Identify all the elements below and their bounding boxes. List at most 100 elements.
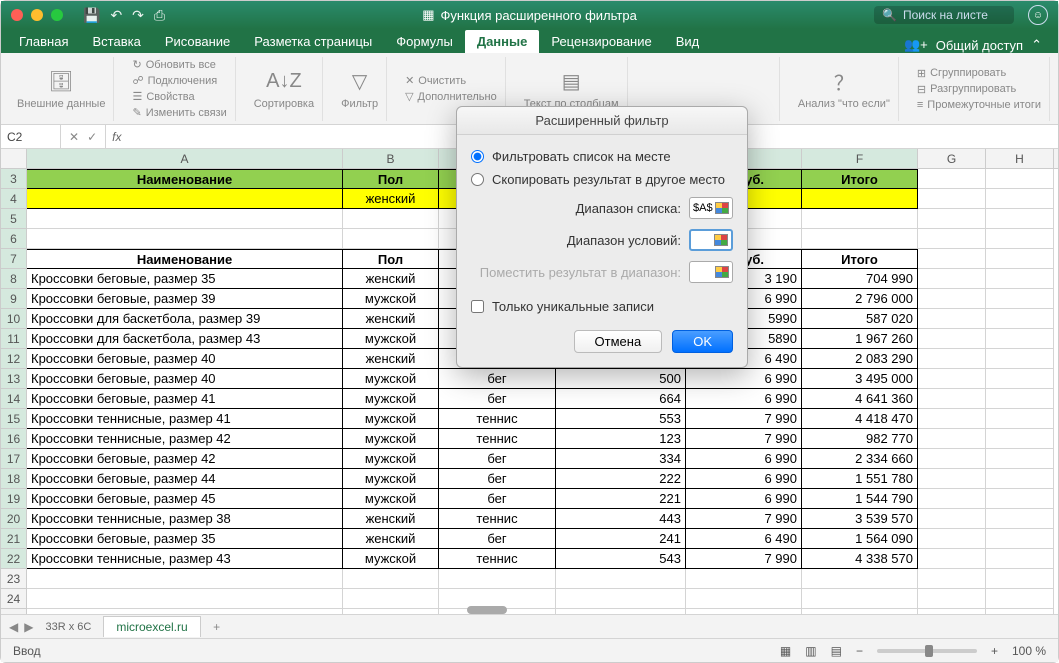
tab-home[interactable]: Главная (7, 30, 80, 53)
cell[interactable]: 3 539 570 (802, 509, 918, 529)
select-all-corner[interactable] (1, 149, 27, 168)
cell[interactable]: мужской (343, 409, 439, 429)
minimize-window-icon[interactable] (31, 9, 43, 21)
cell[interactable]: женский (343, 269, 439, 289)
clear-filter-button[interactable]: ✕ Очистить (405, 74, 466, 87)
cell[interactable]: Кроссовки беговые, размер 44 (27, 469, 343, 489)
cell[interactable]: 241 (556, 529, 686, 549)
cell[interactable] (918, 249, 986, 269)
cell[interactable] (27, 229, 343, 249)
cell[interactable]: мужской (343, 549, 439, 569)
cell[interactable] (986, 409, 1054, 429)
cell[interactable] (918, 289, 986, 309)
cell[interactable] (986, 489, 1054, 509)
cell[interactable] (343, 209, 439, 229)
cell[interactable]: Кроссовки беговые, размер 40 (27, 349, 343, 369)
cell[interactable]: бег (439, 369, 556, 389)
row-header[interactable]: 16 (1, 429, 26, 449)
radio-copy-input[interactable] (471, 173, 484, 186)
view-page-icon[interactable]: ▥ (805, 644, 816, 658)
cell[interactable]: мужской (343, 389, 439, 409)
cell[interactable] (439, 569, 556, 589)
row-header[interactable]: 6 (1, 229, 26, 249)
view-normal-icon[interactable]: ▦ (780, 644, 791, 658)
cell[interactable]: 2 083 290 (802, 349, 918, 369)
cell[interactable] (918, 469, 986, 489)
search-box[interactable]: 🔍 Поиск на листе (874, 6, 1014, 24)
cell[interactable]: Наименование (27, 249, 343, 269)
cell[interactable] (986, 169, 1054, 189)
cell[interactable]: теннис (439, 429, 556, 449)
cell[interactable]: Кроссовки беговые, размер 35 (27, 529, 343, 549)
cell[interactable]: 6 990 (686, 449, 802, 469)
cell[interactable]: 553 (556, 409, 686, 429)
cell[interactable]: 1 564 090 (802, 529, 918, 549)
cell[interactable]: Наименование (27, 169, 343, 189)
cell[interactable]: бег (439, 449, 556, 469)
radio-copy-to[interactable]: Скопировать результат в другое место (471, 172, 733, 187)
row-header[interactable]: 20 (1, 509, 26, 529)
name-box[interactable]: C2 (1, 125, 61, 148)
row-header[interactable]: 3 (1, 169, 26, 189)
cell[interactable]: 221 (556, 489, 686, 509)
cell[interactable] (986, 289, 1054, 309)
refresh-all-button[interactable]: ↻ Обновить все (132, 58, 215, 71)
row-header[interactable]: 7 (1, 249, 26, 269)
cell[interactable]: 123 (556, 429, 686, 449)
cell[interactable] (918, 509, 986, 529)
cell[interactable]: мужской (343, 429, 439, 449)
cell[interactable]: Пол (343, 249, 439, 269)
cell[interactable] (986, 509, 1054, 529)
cell[interactable]: 2 796 000 (802, 289, 918, 309)
cell[interactable] (986, 309, 1054, 329)
cell[interactable] (918, 209, 986, 229)
col-header-a[interactable]: A (27, 149, 343, 168)
cell[interactable]: Кроссовки беговые, размер 40 (27, 369, 343, 389)
col-header-b[interactable]: B (343, 149, 439, 168)
row-header[interactable]: 21 (1, 529, 26, 549)
row-header[interactable]: 22 (1, 549, 26, 569)
cell[interactable] (986, 189, 1054, 209)
cell[interactable] (343, 229, 439, 249)
cell[interactable]: 1 967 260 (802, 329, 918, 349)
tab-insert[interactable]: Вставка (80, 30, 152, 53)
row-header[interactable]: 23 (1, 569, 26, 589)
cell[interactable]: бег (439, 469, 556, 489)
cell[interactable]: Кроссовки теннисные, размер 38 (27, 509, 343, 529)
radio-inplace-input[interactable] (471, 150, 484, 163)
sheet-tab[interactable]: microexcel.ru (103, 616, 200, 637)
cell[interactable]: женский (343, 509, 439, 529)
cell[interactable]: Кроссовки теннисные, размер 43 (27, 549, 343, 569)
cell[interactable]: бег (439, 529, 556, 549)
cell[interactable] (918, 389, 986, 409)
cell[interactable] (802, 569, 918, 589)
row-header[interactable]: 12 (1, 349, 26, 369)
row-header[interactable]: 17 (1, 449, 26, 469)
cell[interactable] (918, 349, 986, 369)
cell[interactable]: Кроссовки беговые, размер 45 (27, 489, 343, 509)
cell[interactable] (27, 569, 343, 589)
cell[interactable]: 1 544 790 (802, 489, 918, 509)
subtotal-button[interactable]: ≡ Промежуточные итоги (917, 99, 1041, 111)
range-picker-icon[interactable] (715, 202, 729, 214)
cell[interactable] (918, 329, 986, 349)
cell[interactable]: женский (343, 309, 439, 329)
ribbon-sort[interactable]: A↓Z Сортировка (246, 57, 323, 121)
row-header[interactable]: 8 (1, 269, 26, 289)
row-header[interactable]: 5 (1, 209, 26, 229)
tab-data[interactable]: Данные (465, 30, 540, 53)
user-icon[interactable]: ☺ (1028, 5, 1048, 25)
cell[interactable] (918, 449, 986, 469)
row-header[interactable]: 14 (1, 389, 26, 409)
cell[interactable] (918, 369, 986, 389)
cell[interactable]: женский (343, 189, 439, 209)
cell[interactable]: 222 (556, 469, 686, 489)
row-header[interactable]: 4 (1, 189, 26, 209)
cell[interactable]: 6 990 (686, 469, 802, 489)
cell[interactable]: женский (343, 349, 439, 369)
cell[interactable] (986, 549, 1054, 569)
ribbon-external-data[interactable]: 🗄 Внешние данные (9, 57, 114, 121)
view-break-icon[interactable]: ▤ (831, 644, 842, 658)
cell[interactable]: 543 (556, 549, 686, 569)
cell[interactable]: женский (343, 529, 439, 549)
